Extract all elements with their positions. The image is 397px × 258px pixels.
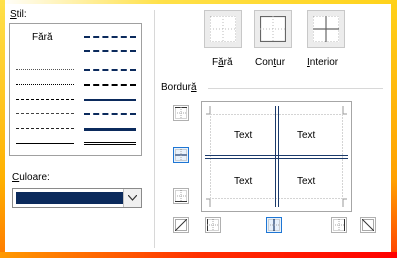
style-slant-dash-dot[interactable] xyxy=(84,50,136,52)
style-medium-dashed[interactable] xyxy=(84,84,136,86)
style-none-option[interactable]: Fără xyxy=(32,32,53,43)
frame-bottom-edge xyxy=(0,252,397,258)
preset-none-icon xyxy=(210,16,236,42)
border-top-icon xyxy=(175,107,187,119)
selected-color-swatch xyxy=(16,192,123,204)
preset-inside-button[interactable] xyxy=(307,10,345,48)
diagonal-down-icon xyxy=(362,219,374,231)
preview-text-bottom-left: Text xyxy=(234,176,253,187)
style-dashed-thin[interactable] xyxy=(16,128,74,129)
style-dotted[interactable] xyxy=(16,84,74,85)
style-dash-dot-thin[interactable] xyxy=(16,113,74,114)
border-right-icon xyxy=(333,219,345,231)
border-left-icon xyxy=(207,219,219,231)
border-left-button[interactable] xyxy=(205,217,221,233)
border-top-button[interactable] xyxy=(173,105,189,121)
border-diagonal-up-button[interactable] xyxy=(173,217,189,233)
preset-none-label: Fără xyxy=(212,57,233,68)
style-label: Stil: xyxy=(10,9,27,20)
frame-right-edge xyxy=(391,0,397,258)
border-inside-horizontal-icon xyxy=(175,149,187,161)
color-dropdown-button[interactable] xyxy=(123,189,141,207)
border-bottom-button[interactable] xyxy=(173,188,189,204)
style-thick-dashed[interactable] xyxy=(84,113,136,115)
style-thick-solid[interactable] xyxy=(84,128,136,131)
preset-inside-icon xyxy=(313,16,339,42)
preview-text-bottom-right: Text xyxy=(297,176,316,187)
color-label-text: uloare: xyxy=(19,172,50,183)
border-preview[interactable]: Text Text Text Text xyxy=(201,101,352,212)
diagonal-up-icon xyxy=(175,219,187,231)
preset-none-button[interactable] xyxy=(204,10,242,48)
border-inside-horizontal-button[interactable] xyxy=(173,147,189,163)
style-solid-thin[interactable] xyxy=(16,143,74,144)
style-double[interactable] xyxy=(84,142,136,145)
style-label-accesskey: S xyxy=(10,9,17,20)
preset-inside-label: Interior xyxy=(307,57,339,68)
style-medium-dash-dot-dot[interactable] xyxy=(84,36,136,38)
style-medium-solid[interactable] xyxy=(84,99,136,101)
color-dropdown[interactable] xyxy=(12,188,142,208)
chevron-down-icon xyxy=(128,195,137,201)
border-right-button[interactable] xyxy=(331,217,347,233)
preview-grid xyxy=(205,106,348,207)
border-section-line xyxy=(208,88,383,89)
preview-text-top-right: Text xyxy=(297,130,316,141)
preset-outline-label: Contur xyxy=(255,57,286,68)
style-dash-dot-dot-thin[interactable] xyxy=(16,99,74,100)
color-label: Culoare: xyxy=(12,172,50,183)
preset-outline-icon xyxy=(259,15,287,43)
style-label-text: til: xyxy=(16,9,27,20)
border-inside-vertical-button[interactable] xyxy=(266,217,282,233)
border-inside-vertical-icon xyxy=(268,219,280,231)
border-label: Bordură xyxy=(161,82,197,93)
preset-outline-button[interactable] xyxy=(254,10,292,48)
style-medium-dash-dot[interactable] xyxy=(84,69,136,71)
style-hairline-dotted[interactable] xyxy=(16,69,74,70)
border-diagonal-down-button[interactable] xyxy=(360,217,376,233)
section-divider xyxy=(154,10,155,248)
line-style-list[interactable]: Fără xyxy=(9,23,142,156)
border-bottom-icon xyxy=(175,190,187,202)
preview-text-top-left: Text xyxy=(234,130,253,141)
